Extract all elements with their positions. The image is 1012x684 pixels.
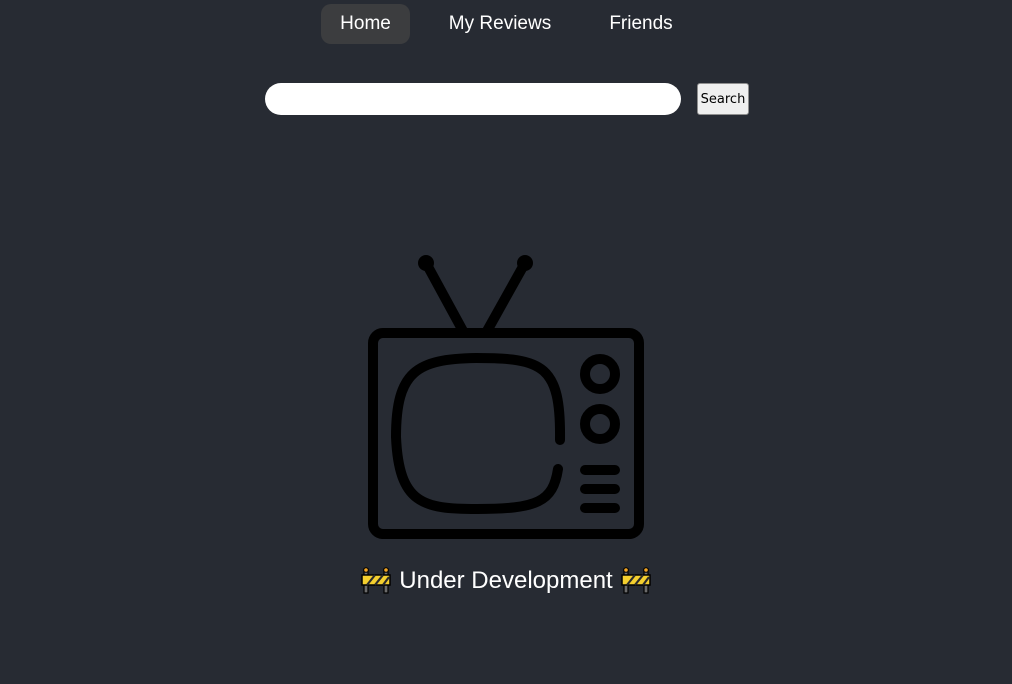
- under-development-status: Under Development: [0, 562, 1012, 600]
- nav-item-my-reviews[interactable]: My Reviews: [439, 4, 561, 44]
- nav-item-home[interactable]: Home: [321, 4, 410, 44]
- page: Home My Reviews Friends Search Under Dev…: [0, 0, 1012, 684]
- search-button[interactable]: Search: [697, 83, 749, 115]
- search-input[interactable]: [265, 83, 681, 115]
- top-nav: Home My Reviews Friends: [0, 4, 1012, 44]
- construction-barrier-icon: [620, 567, 651, 594]
- status-text: Under Development: [399, 567, 613, 594]
- television-icon: [368, 255, 644, 539]
- nav-item-friends[interactable]: Friends: [598, 4, 684, 44]
- construction-barrier-icon: [361, 567, 392, 594]
